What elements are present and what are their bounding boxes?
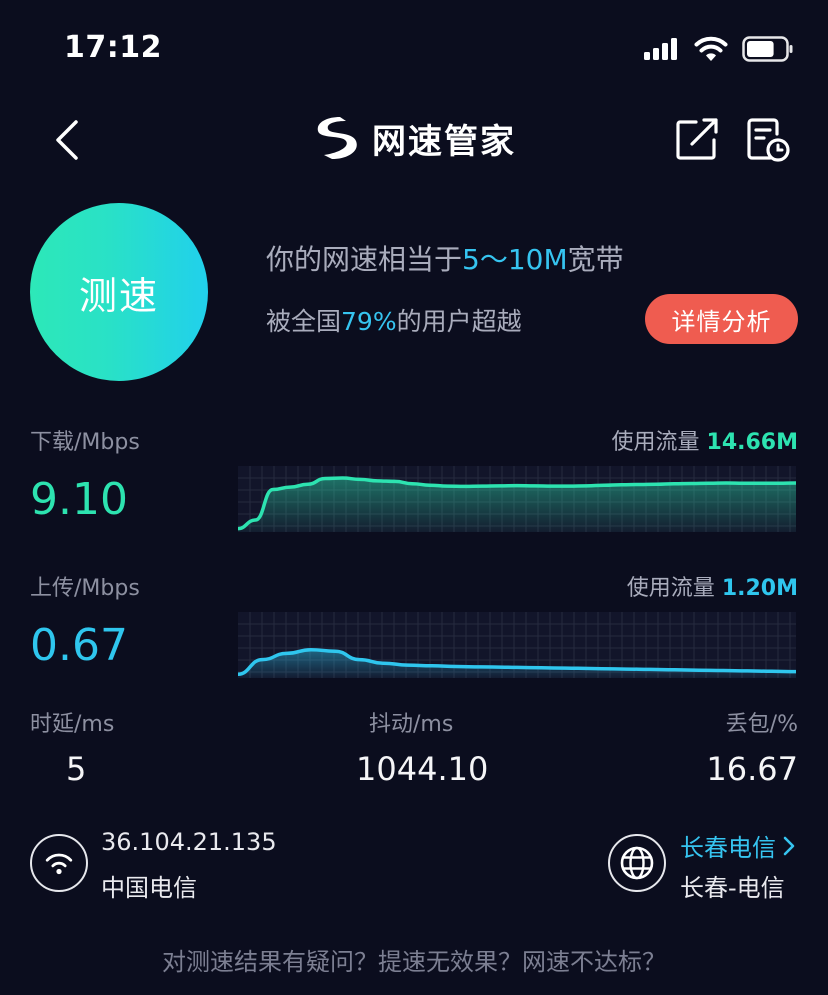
start-test-label: 测速 <box>78 273 159 318</box>
app-logo-icon <box>317 117 357 159</box>
download-usage-value: 14.66M <box>706 430 798 455</box>
globe-icon <box>608 834 666 892</box>
packet-loss-label: 丢包/% <box>726 706 798 738</box>
share-icon[interactable] <box>674 116 720 162</box>
download-usage-label: 使用流量 <box>611 430 700 455</box>
latency-label-text: 时延 <box>30 712 75 737</box>
status-icons <box>644 34 794 64</box>
download-label: 下载/Mbps <box>30 424 140 456</box>
detail-analysis-button[interactable]: 详情分析 <box>645 294 798 344</box>
feedback-link[interactable]: 对测速结果有疑问？提速无效果？网速不达标？ <box>0 942 828 977</box>
beat-value: 79% <box>341 307 397 336</box>
latency-label: 时延/ms <box>30 706 114 738</box>
jitter-label: 抖动/ms <box>369 706 453 738</box>
bandwidth-equivalent: 你的网速相当于5～10M宽带 <box>266 238 624 278</box>
signal-icon <box>644 38 677 60</box>
nav-title-text: 网速管家 <box>372 121 516 162</box>
server-select-link[interactable]: 长春电信 <box>680 828 796 863</box>
packet-loss-value: 16.67 <box>706 750 798 788</box>
equiv-suffix: 宽带 <box>567 243 624 276</box>
isp-name: 中国电信 <box>101 874 197 902</box>
battery-icon <box>742 36 793 62</box>
beat-prefix: 被全国 <box>266 307 342 336</box>
server-link-text: 长春电信 <box>680 834 776 862</box>
download-usage: 使用流量 14.66M <box>612 424 799 456</box>
download-unit: /Mbps <box>74 430 140 455</box>
download-label-text: 下载 <box>30 430 75 455</box>
jitter-label-text: 抖动 <box>369 712 414 737</box>
ip-address: 36.104.21.135 <box>101 828 277 856</box>
jitter-value: 1044.10 <box>356 750 489 788</box>
loss-unit: /% <box>769 712 798 737</box>
equiv-prefix: 你的网速相当于 <box>266 243 463 276</box>
upload-speed-value: 0.67 <box>30 620 128 671</box>
equiv-value: 5～10M <box>462 243 568 276</box>
upload-usage: 使用流量 1.20M <box>627 570 798 602</box>
download-speed-value: 9.10 <box>30 474 128 525</box>
upload-label: 上传/Mbps <box>30 570 140 602</box>
loss-label-text: 丢包 <box>725 712 770 737</box>
latency-value: 5 <box>66 750 87 788</box>
upload-usage-label: 使用流量 <box>626 576 715 601</box>
chevron-right-icon <box>783 836 795 855</box>
globe-symbol-icon <box>620 846 654 880</box>
status-time: 17:12 <box>64 30 162 65</box>
server-name: 长春-电信 <box>680 874 785 902</box>
upload-unit: /Mbps <box>74 576 140 601</box>
beat-suffix: 的用户超越 <box>396 307 522 336</box>
upload-label-text: 上传 <box>30 576 75 601</box>
wifi-circle-icon <box>30 834 88 892</box>
jitter-unit: /ms <box>413 712 454 737</box>
upload-chart <box>238 612 796 678</box>
wifi-symbol-icon <box>45 853 73 875</box>
latency-unit: /ms <box>74 712 115 737</box>
user-ranking: 被全国79%的用户超越 <box>266 302 522 338</box>
download-chart <box>238 466 796 532</box>
upload-usage-value: 1.20M <box>721 576 798 601</box>
wifi-icon <box>694 36 728 61</box>
history-icon[interactable] <box>744 116 792 164</box>
start-test-button[interactable]: 测速 <box>30 203 208 381</box>
